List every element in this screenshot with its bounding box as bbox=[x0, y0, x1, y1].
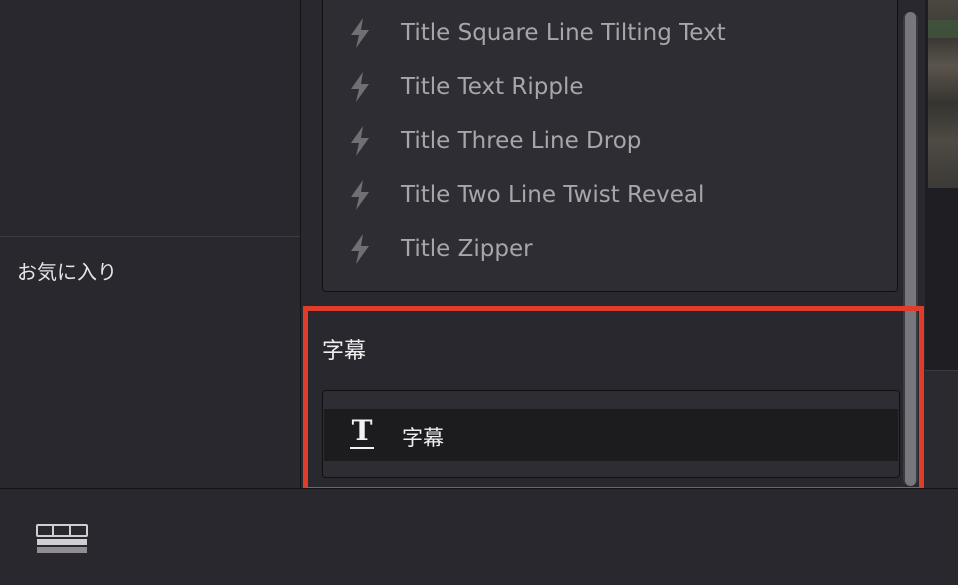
effect-item[interactable]: Title Zipper bbox=[323, 222, 897, 276]
left-panel bbox=[0, 0, 301, 488]
effect-item-label: Title Text Ripple bbox=[401, 74, 584, 100]
highlight-annotation bbox=[303, 306, 924, 492]
preview-thumbnail bbox=[928, 0, 958, 188]
bottom-toolbar bbox=[0, 488, 958, 585]
left-panel-divider bbox=[0, 236, 300, 237]
effect-item-label: Title Two Line Twist Reveal bbox=[401, 182, 705, 208]
effect-item-label: Title Three Line Drop bbox=[401, 128, 642, 154]
effect-item[interactable]: Title Text Ripple bbox=[323, 60, 897, 114]
effect-item-label: Title Zipper bbox=[401, 236, 533, 262]
effects-list: Title Square Line Tilting Text Title Tex… bbox=[322, 0, 898, 292]
effect-item-label: Title Square Line Tilting Text bbox=[401, 20, 726, 46]
lightning-icon bbox=[351, 126, 369, 156]
lightning-icon bbox=[351, 72, 369, 102]
lightning-icon bbox=[351, 180, 369, 210]
effect-item[interactable]: Title Two Line Twist Reveal bbox=[323, 168, 897, 222]
lightning-icon bbox=[351, 18, 369, 48]
right-panel bbox=[925, 370, 958, 489]
layout-toggle-icon[interactable] bbox=[36, 524, 88, 554]
lightning-icon bbox=[351, 234, 369, 264]
effect-item[interactable]: Title Square Line Tilting Text bbox=[323, 6, 897, 60]
effect-item[interactable]: Title Three Line Drop bbox=[323, 114, 897, 168]
favorites-label[interactable]: お気に入り bbox=[17, 256, 117, 285]
